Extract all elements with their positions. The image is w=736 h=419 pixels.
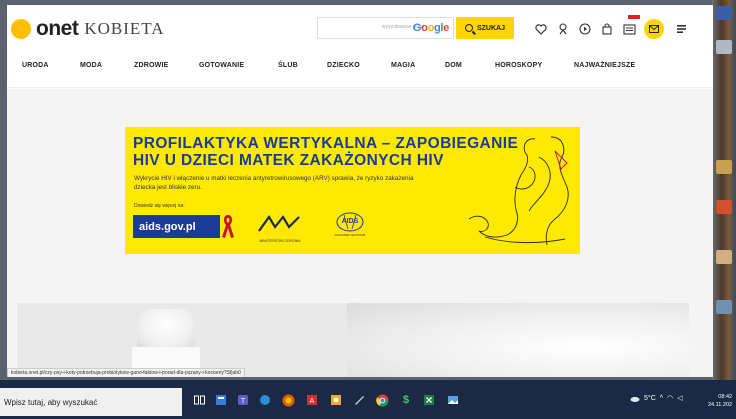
google-logo: Google (412, 22, 449, 34)
search-button-label: SZUKAJ (476, 24, 505, 32)
taskbar: Wpisz tutaj, aby wyszukać T A $ 5°C ^ ◠ … (0, 380, 736, 419)
article-image[interactable] (17, 303, 689, 377)
svg-text:A: A (310, 398, 315, 405)
ad-banner[interactable]: PROFILAKTYKA WERTYKALNA – ZAPOBIEGANIE H… (125, 127, 580, 254)
nav-item-horoskopy[interactable]: HOROSKOPY (495, 62, 542, 69)
desktop-icon (716, 160, 732, 174)
red-ribbon-icon (222, 215, 234, 238)
teams-icon[interactable]: T (236, 393, 250, 407)
new-badge (628, 15, 640, 19)
nav-item-gotowanie[interactable]: GOTOWANIE (199, 62, 244, 69)
image-viewer-icon[interactable] (446, 393, 460, 407)
desktop-icon (716, 250, 732, 264)
calculator-icon[interactable] (214, 393, 228, 407)
search-icon (464, 24, 473, 32)
nav-item-najwazniejsze[interactable]: NAJWAŻNIEJSZE (574, 62, 635, 69)
clock-time: 08:42 (718, 394, 733, 400)
site-logo[interactable]: onet KOBIETA (11, 17, 165, 40)
nav-item-moda[interactable]: MODA (80, 62, 102, 69)
heart-icon[interactable] (530, 18, 552, 40)
aids-logo: AIDS KRAJOWE CENTRUM (330, 211, 370, 241)
ministry-caption: MINISTERSTWO ZDROWIA (259, 239, 301, 243)
white-fur (347, 303, 689, 377)
system-tray: 5°C ^ ◠ ◁ (630, 394, 683, 402)
network-icon[interactable]: ◠ (667, 394, 673, 402)
pdf-reader-icon[interactable]: A (305, 393, 319, 407)
bottle-cap (137, 309, 195, 349)
weather-temp[interactable]: 5°C (644, 395, 656, 402)
aids-logo-caption: KRAJOWE CENTRUM (334, 233, 366, 237)
bag-icon[interactable] (596, 18, 618, 40)
nav-item-dom[interactable]: DOM (445, 62, 462, 69)
tool-icon[interactable] (352, 393, 366, 407)
dollar-app-icon[interactable]: $ (399, 393, 413, 407)
logo-section: KOBIETA (84, 19, 165, 38)
tray-chevron-icon[interactable]: ^ (660, 395, 663, 402)
ministry-logo: MINISTERSTWO ZDROWIA (255, 213, 305, 243)
category-nav: URODA MODA ZDROWIE GOTOWANIE ŚLUB DZIECK… (7, 50, 713, 88)
aids-logo-text: AIDS (341, 218, 359, 225)
site-header: onet KOBIETA wyszukiwane przez Google SZ… (7, 5, 713, 50)
camera-icon[interactable] (258, 393, 272, 407)
nav-item-magia[interactable]: MAGIA (391, 62, 415, 69)
desktop-icon (716, 300, 732, 314)
volume-icon[interactable]: ◁ (677, 394, 682, 402)
search-input[interactable]: wyszukiwane przez Google (317, 17, 454, 39)
nav-item-zdrowie[interactable]: ZDROWIE (134, 62, 168, 69)
nav-item-slub[interactable]: ŚLUB (278, 62, 298, 69)
astrology-icon[interactable] (552, 18, 574, 40)
browser-window: onet KOBIETA wyszukiwane przez Google SZ… (7, 5, 713, 377)
ad-more-label: Dowiedz się więcej na: (134, 203, 185, 209)
nav-item-uroda[interactable]: URODA (22, 62, 49, 69)
status-url: kobieta.onet.pl/czy-psy-i-koty-potrzebuj… (7, 368, 245, 377)
clock-date: 24.11.202 (708, 402, 733, 408)
search-button[interactable]: SZUKAJ (456, 17, 514, 39)
mail-icon[interactable] (644, 19, 664, 39)
svg-text:T: T (241, 398, 246, 405)
logo-brand: onet (36, 17, 79, 40)
ad-url-button[interactable]: aids.gov.pl (133, 215, 220, 238)
taskbar-search[interactable]: Wpisz tutaj, aby wyszukać (0, 388, 182, 416)
ad-subtitle: Wykrycie HIV i włączenie u matki leczeni… (134, 175, 414, 191)
chrome-icon[interactable] (375, 393, 389, 407)
desktop-icon (716, 200, 732, 214)
newspaper-icon[interactable] (618, 15, 640, 40)
desktop-icon (716, 40, 732, 54)
task-view-icon[interactable] (192, 393, 206, 407)
clock[interactable]: 08:42 24.11.202 (708, 393, 732, 409)
nav-item-dziecko[interactable]: DZIECKO (327, 62, 360, 69)
desktop-icon (716, 6, 732, 20)
photo-app-icon[interactable] (329, 393, 343, 407)
header-icons (530, 15, 692, 40)
background-frame (712, 0, 736, 380)
play-icon[interactable] (574, 18, 596, 40)
firefox-icon[interactable] (281, 393, 295, 407)
cloud-icon (630, 396, 640, 402)
excel-icon[interactable] (422, 393, 436, 407)
menu-icon[interactable] (670, 18, 692, 40)
mother-child-illustration (468, 136, 569, 246)
onet-dot-icon (11, 19, 31, 39)
